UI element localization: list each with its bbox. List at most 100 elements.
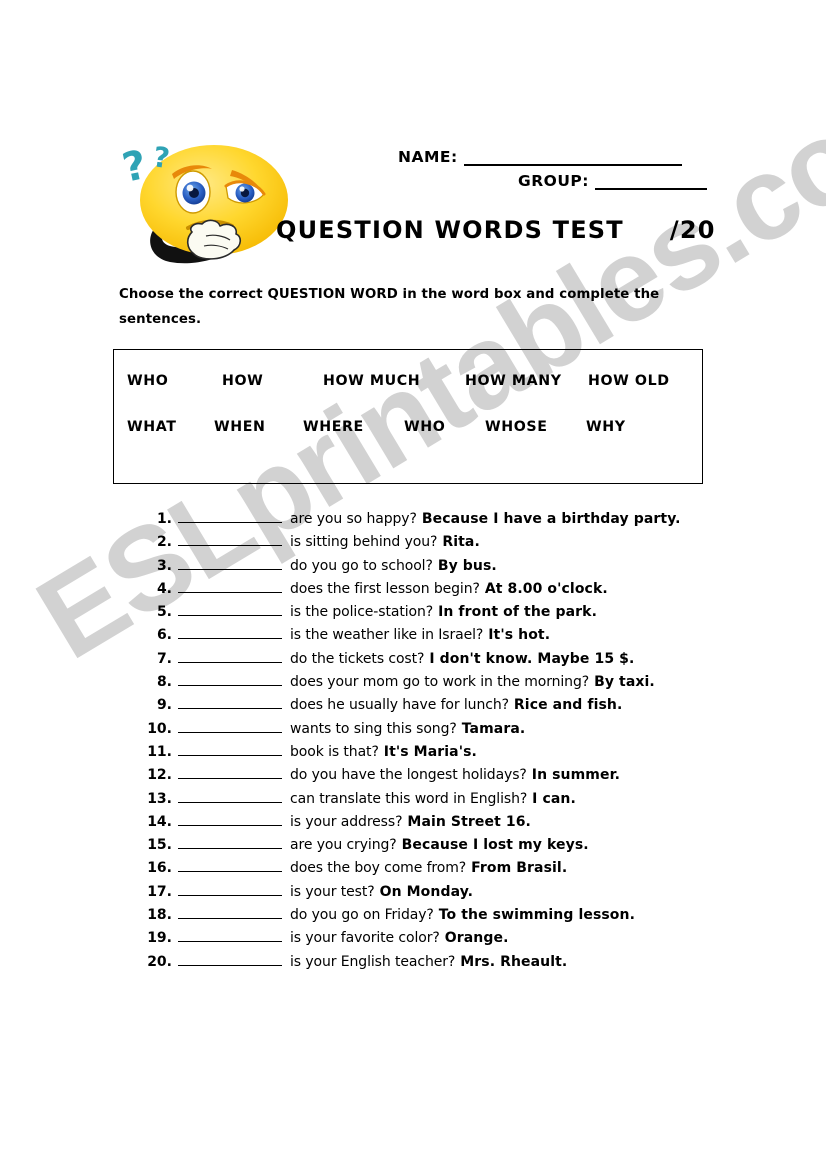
question-text: does your mom go to work in the morning? bbox=[290, 674, 590, 691]
answer-blank-line[interactable] bbox=[178, 857, 282, 873]
thinking-face-emoji: ? ? bbox=[114, 136, 299, 266]
worksheet-page: ? ? NAME: GROUP: QUESTION WORDS TEST/20 … bbox=[0, 0, 826, 1169]
answer-blank-line[interactable] bbox=[178, 834, 282, 850]
questions-list: 1. are you so happy? Because I have a birt… bbox=[142, 508, 742, 974]
word-bank-item[interactable]: HOW MUCH bbox=[323, 373, 420, 389]
answer-blank-line[interactable] bbox=[178, 881, 282, 896]
question-number: 17. bbox=[147, 883, 172, 900]
question-text: does the boy come from? bbox=[290, 860, 467, 877]
page-title-row: QUESTION WORDS TEST/20 bbox=[276, 216, 716, 244]
question-number: 13. bbox=[147, 790, 172, 807]
answer-blank-line[interactable] bbox=[178, 601, 282, 617]
question-row: 8. does your mom go to work in the mornin… bbox=[142, 671, 742, 694]
word-bank-item[interactable]: WHO bbox=[404, 419, 445, 435]
answer-blank-line[interactable] bbox=[178, 578, 282, 593]
question-text: is the police-station? bbox=[290, 604, 434, 621]
question-row: 10. wants to sing this song? Tamara. bbox=[142, 718, 742, 741]
word-bank-item[interactable]: WHOSE bbox=[485, 419, 548, 435]
question-row: 7. do the tickets cost? I don't know. Mayb… bbox=[142, 648, 742, 671]
question-row: 4. does the first lesson begin? At 8.00 o'… bbox=[142, 578, 742, 601]
question-text: is the weather like in Israel? bbox=[290, 627, 484, 644]
answer-blank-line[interactable] bbox=[178, 648, 282, 663]
question-answer: Because I have a birthday party. bbox=[421, 511, 681, 527]
question-number: 18. bbox=[147, 907, 172, 924]
question-number: 19. bbox=[147, 930, 172, 947]
question-answer: I don't know. Maybe 15 $. bbox=[429, 650, 635, 667]
worksheet-header: ? ? NAME: GROUP: QUESTION WORDS TEST/20 bbox=[0, 0, 826, 270]
question-text: book is that? bbox=[290, 743, 379, 760]
answer-blank-line[interactable] bbox=[178, 927, 282, 943]
question-answer: Main Street 16. bbox=[407, 813, 531, 830]
question-row: 20. is your English teacher? Mrs. Rheault. bbox=[142, 951, 742, 974]
question-number: 14. bbox=[147, 813, 172, 830]
word-bank-item[interactable]: HOW MANY bbox=[465, 373, 562, 389]
word-bank-row: WHO HOW HOW MUCH HOW MANY HOW OLD bbox=[114, 373, 702, 397]
word-bank-item[interactable]: WHY bbox=[586, 419, 626, 435]
answer-blank-line[interactable] bbox=[178, 508, 282, 523]
question-row: 16. does the boy come from? From Brasil. bbox=[142, 857, 742, 880]
word-bank-item[interactable]: WHAT bbox=[127, 419, 176, 435]
name-input-line[interactable] bbox=[463, 151, 682, 166]
answer-blank-line[interactable] bbox=[178, 694, 282, 710]
answer-blank-line[interactable] bbox=[178, 624, 282, 640]
question-text: do you have the longest holidays? bbox=[290, 767, 527, 784]
question-answer: In summer. bbox=[531, 767, 621, 784]
name-field-row: NAME: bbox=[398, 148, 682, 166]
word-bank-item[interactable]: WHEN bbox=[214, 419, 266, 435]
question-number: 4. bbox=[156, 580, 172, 597]
question-answer: From Brasil. bbox=[471, 860, 568, 877]
svg-text:?: ? bbox=[119, 142, 151, 192]
score-total: /20 bbox=[669, 216, 716, 244]
group-field-row: GROUP: bbox=[518, 172, 707, 190]
question-number: 5. bbox=[156, 604, 172, 621]
question-row: 12. do you have the longest holidays? In s… bbox=[142, 764, 742, 787]
answer-blank-line[interactable] bbox=[178, 741, 282, 756]
question-row: 1. are you so happy? Because I have a birt… bbox=[142, 508, 742, 531]
question-number: 9. bbox=[156, 697, 172, 714]
instructions-text: Choose the correct QUESTION WORD in the … bbox=[119, 287, 660, 327]
question-text: does he usually have for lunch? bbox=[290, 697, 509, 714]
question-text: are you crying? bbox=[290, 837, 397, 854]
question-row: 3. do you go to school? By bus. bbox=[142, 555, 742, 578]
word-bank-item[interactable]: WHERE bbox=[303, 419, 364, 435]
question-answer: I can. bbox=[532, 790, 576, 807]
question-number: 20. bbox=[147, 953, 172, 970]
word-bank-item[interactable]: HOW bbox=[222, 373, 263, 389]
word-bank-item[interactable]: HOW OLD bbox=[588, 373, 670, 389]
word-bank-box: WHO HOW HOW MUCH HOW MANY HOW OLD WHAT WHEN WH… bbox=[113, 349, 703, 484]
question-answer: It's Maria's. bbox=[383, 743, 477, 760]
question-text: is your favorite color? bbox=[290, 930, 440, 947]
answer-blank-line[interactable] bbox=[178, 531, 282, 547]
question-row: 19. is your favorite color? Orange. bbox=[142, 927, 742, 950]
question-answer: In front of the park. bbox=[438, 604, 597, 621]
question-answer: By bus. bbox=[437, 557, 497, 574]
question-text: is your English teacher? bbox=[290, 953, 456, 970]
answer-blank-line[interactable] bbox=[178, 788, 282, 803]
question-text: is your address? bbox=[290, 813, 403, 830]
answer-blank-line[interactable] bbox=[178, 904, 282, 920]
question-answer: Because I lost my keys. bbox=[401, 837, 589, 854]
word-bank-item[interactable]: WHO bbox=[127, 373, 168, 389]
question-number: 15. bbox=[147, 837, 172, 854]
answer-blank-line[interactable] bbox=[178, 671, 282, 687]
answer-blank-line[interactable] bbox=[178, 764, 282, 780]
question-number: 3. bbox=[156, 557, 172, 574]
answer-blank-line[interactable] bbox=[178, 951, 282, 966]
answer-blank-line[interactable] bbox=[178, 811, 282, 826]
question-number: 7. bbox=[156, 650, 172, 667]
answer-blank-line[interactable] bbox=[178, 718, 282, 733]
question-number: 1. bbox=[156, 511, 172, 527]
name-label: NAME: bbox=[398, 148, 458, 166]
question-answer: At 8.00 o'clock. bbox=[484, 580, 608, 597]
question-row: 13. can translate this word in English? I … bbox=[142, 788, 742, 811]
question-answer: Rita. bbox=[442, 534, 480, 551]
question-row: 11. book is that? It's Maria's. bbox=[142, 741, 742, 764]
question-text: do the tickets cost? bbox=[290, 650, 425, 667]
question-row: 15. are you crying? Because I lost my keys… bbox=[142, 834, 742, 857]
question-row: 18. do you go on Friday? To the swimming l… bbox=[142, 904, 742, 927]
answer-blank-line[interactable] bbox=[178, 555, 282, 570]
question-answer: On Monday. bbox=[379, 883, 474, 900]
question-answer: To the swimming lesson. bbox=[438, 907, 636, 924]
group-input-line[interactable] bbox=[594, 175, 707, 190]
question-text: wants to sing this song? bbox=[290, 720, 457, 737]
